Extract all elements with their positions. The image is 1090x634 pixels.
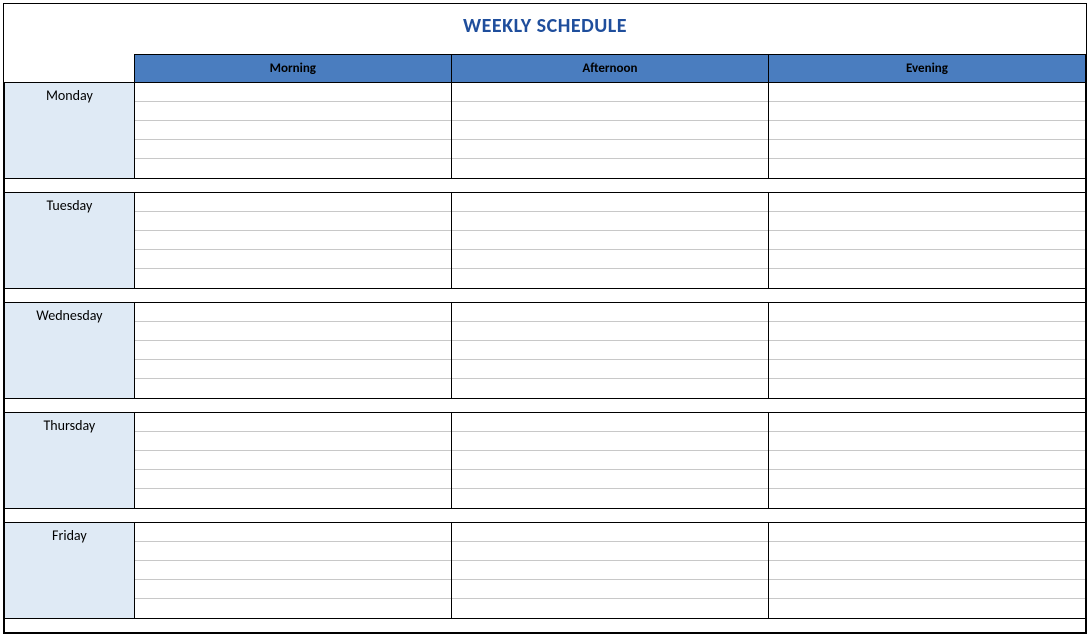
spacer-row bbox=[5, 179, 1086, 193]
cell-thursday-morning[interactable] bbox=[134, 413, 451, 509]
header-evening: Evening bbox=[768, 55, 1085, 83]
header-morning: Morning bbox=[134, 55, 451, 83]
day-row-thursday: Thursday bbox=[5, 413, 1086, 509]
cell-friday-afternoon[interactable] bbox=[451, 523, 768, 619]
cell-friday-morning[interactable] bbox=[134, 523, 451, 619]
day-row-monday: Monday bbox=[5, 83, 1086, 179]
spacer-row bbox=[5, 509, 1086, 523]
cell-monday-morning[interactable] bbox=[134, 83, 451, 179]
spacer-row bbox=[5, 289, 1086, 303]
day-row-wednesday: Wednesday bbox=[5, 303, 1086, 399]
spacer-row bbox=[5, 619, 1086, 633]
spacer-row bbox=[5, 399, 1086, 413]
cell-thursday-evening[interactable] bbox=[768, 413, 1085, 509]
cell-thursday-afternoon[interactable] bbox=[451, 413, 768, 509]
day-label-monday: Monday bbox=[5, 83, 135, 179]
day-row-tuesday: Tuesday bbox=[5, 193, 1086, 289]
day-label-thursday: Thursday bbox=[5, 413, 135, 509]
cell-wednesday-evening[interactable] bbox=[768, 303, 1085, 399]
cell-monday-evening[interactable] bbox=[768, 83, 1085, 179]
cell-wednesday-afternoon[interactable] bbox=[451, 303, 768, 399]
header-blank bbox=[5, 55, 135, 83]
cell-monday-afternoon[interactable] bbox=[451, 83, 768, 179]
cell-wednesday-morning[interactable] bbox=[134, 303, 451, 399]
schedule-container: WEEKLY SCHEDULE Morning Afternoon Evenin… bbox=[3, 3, 1087, 634]
page-title: WEEKLY SCHEDULE bbox=[4, 14, 1086, 38]
header-afternoon: Afternoon bbox=[451, 55, 768, 83]
day-label-friday: Friday bbox=[5, 523, 135, 619]
cell-tuesday-afternoon[interactable] bbox=[451, 193, 768, 289]
title-row: WEEKLY SCHEDULE bbox=[4, 4, 1086, 54]
schedule-grid: Morning Afternoon Evening Monday Tuesday bbox=[4, 54, 1086, 633]
day-row-friday: Friday bbox=[5, 523, 1086, 619]
cell-friday-evening[interactable] bbox=[768, 523, 1085, 619]
cell-tuesday-morning[interactable] bbox=[134, 193, 451, 289]
cell-tuesday-evening[interactable] bbox=[768, 193, 1085, 289]
day-label-tuesday: Tuesday bbox=[5, 193, 135, 289]
header-row: Morning Afternoon Evening bbox=[5, 55, 1086, 83]
day-label-wednesday: Wednesday bbox=[5, 303, 135, 399]
